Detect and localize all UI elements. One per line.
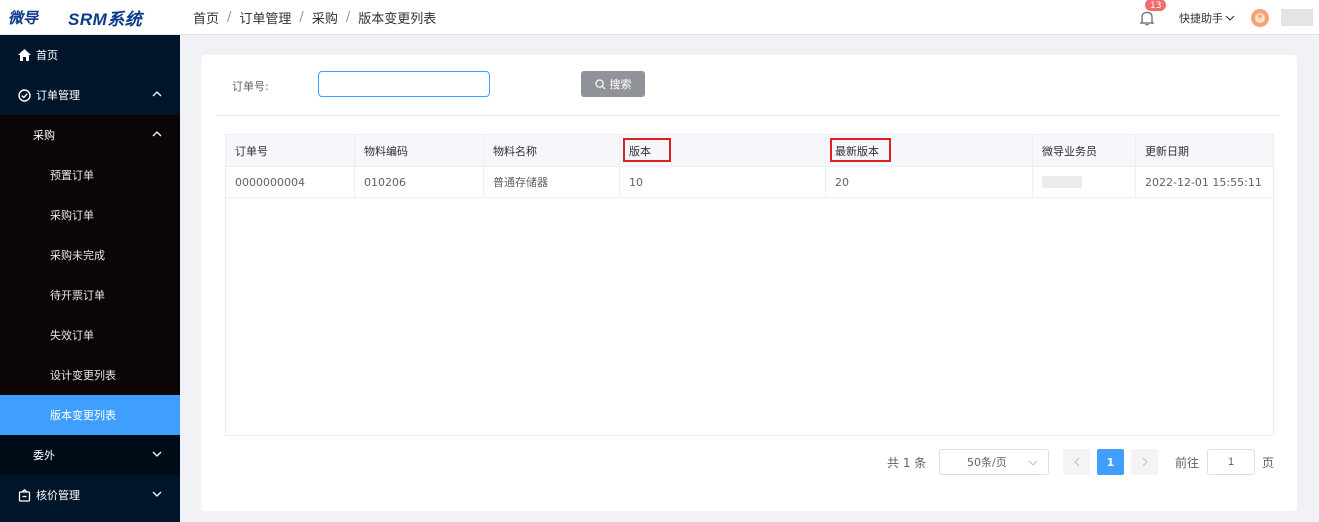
main-card: 订单号: 搜索 订单号 物料编码 物料名称 版本 最新版本 微导业务员 更新日期… — [201, 55, 1297, 511]
sidebar-item-label: 采购未完成 — [50, 249, 105, 262]
column-header-label: 物料名称 — [493, 144, 537, 158]
sidebar-item-price-mgmt[interactable]: 核价管理 — [0, 475, 180, 515]
sidebar-item-invalid-order[interactable]: 失效订单 — [0, 315, 180, 355]
avatar-face-icon — [1255, 12, 1265, 23]
next-page-button[interactable] — [1131, 449, 1158, 475]
breadcrumb-separator: / — [227, 9, 232, 25]
order-number-input[interactable] — [318, 71, 490, 97]
table-header: 订单号 物料编码 物料名称 版本 最新版本 微导业务员 更新日期 — [226, 135, 1273, 167]
home-icon — [17, 48, 31, 62]
column-header-label: 订单号 — [235, 144, 268, 158]
sidebar-item-preset-order[interactable]: 预置订单 — [0, 155, 180, 195]
sidebar-item-label: 版本变更列表 — [50, 409, 116, 422]
column-header-material-code[interactable]: 物料编码 — [355, 135, 484, 166]
column-header-label: 微导业务员 — [1042, 144, 1097, 158]
avatar[interactable] — [1251, 8, 1269, 27]
company-logo: 微导 — [8, 8, 39, 27]
total-count: 共 1 条 — [887, 456, 927, 470]
page-number-current[interactable]: 1 — [1097, 449, 1124, 475]
chevron-down-icon — [1028, 460, 1038, 466]
order-number-label: 订单号: — [232, 80, 269, 93]
breadcrumb-purchase[interactable]: 采购 — [312, 8, 338, 27]
goto-page-input[interactable] — [1207, 449, 1255, 475]
sidebar-item-label: 核价管理 — [36, 489, 80, 502]
username-redacted[interactable] — [1281, 9, 1313, 26]
highlight-box — [623, 138, 671, 162]
column-header-salesperson[interactable]: 微导业务员 — [1033, 135, 1136, 166]
pricing-icon — [17, 488, 31, 502]
sidebar-item-purchase[interactable]: 采购 — [0, 115, 180, 155]
chevron-down-icon — [1225, 15, 1235, 21]
column-header-label: 更新日期 — [1145, 144, 1189, 158]
chevron-down-icon — [152, 451, 162, 457]
header-actions: 13 快捷助手 — [1139, 0, 1319, 35]
column-header-order-number[interactable]: 订单号 — [226, 135, 355, 166]
logo-bar: 微导 SRM系统 — [0, 0, 180, 35]
sidebar: 微导 SRM系统 首页 订单管理 采购 预置订单 采购订单 采购未完成 待开票订… — [0, 0, 180, 522]
sidebar-item-outsource[interactable]: 委外 — [0, 435, 180, 475]
breadcrumb-current: 版本变更列表 — [358, 11, 437, 27]
page-size-value: 50条/页 — [967, 456, 1007, 469]
version-change-table: 订单号 物料编码 物料名称 版本 最新版本 微导业务员 更新日期 0000000… — [225, 134, 1274, 436]
sidebar-item-label: 待开票订单 — [50, 289, 105, 302]
chevron-down-icon — [152, 491, 162, 497]
quick-helper-dropdown[interactable]: 快捷助手 — [1179, 10, 1235, 26]
goto-label: 前往 — [1175, 456, 1200, 470]
sidebar-item-label: 采购 — [33, 129, 55, 142]
chevron-up-icon — [152, 131, 162, 137]
breadcrumb-home[interactable]: 首页 — [193, 8, 219, 27]
sidebar-item-order-mgmt[interactable]: 订单管理 — [0, 75, 180, 115]
sidebar-item-version-change-list[interactable]: 版本变更列表 — [0, 395, 180, 435]
highlight-box — [830, 138, 891, 162]
sidebar-item-label: 预置订单 — [50, 169, 94, 182]
column-header-latest-version[interactable]: 最新版本 — [826, 135, 1033, 166]
pagination: 共 1 条 50条/页 1 前往 页 — [201, 449, 1297, 475]
top-header: 首页 / 订单管理 / 采购 / 版本变更列表 13 快捷助手 — [180, 0, 1319, 35]
salesperson-redacted — [1042, 176, 1082, 188]
breadcrumb-order-mgmt[interactable]: 订单管理 — [239, 8, 291, 27]
cell-version: 10 — [620, 167, 826, 197]
cell-material-code: 010206 — [355, 167, 484, 197]
sidebar-item-design-change-list[interactable]: 设计变更列表 — [0, 355, 180, 395]
sidebar-item-label: 采购订单 — [50, 209, 94, 222]
page-suffix: 页 — [1262, 456, 1275, 470]
divider — [217, 115, 1280, 116]
chevron-right-icon — [1142, 457, 1148, 467]
search-icon — [594, 78, 605, 89]
chevron-left-icon — [1073, 457, 1079, 467]
notification-badge: 13 — [1144, 0, 1168, 12]
app-title: SRM系统 — [68, 9, 143, 29]
sidebar-item-home[interactable]: 首页 — [0, 35, 180, 75]
search-button-label: 搜索 — [609, 79, 632, 91]
quick-helper-label: 快捷助手 — [1179, 11, 1223, 25]
sidebar-item-label: 委外 — [33, 449, 55, 462]
sidebar-item-label: 失效订单 — [50, 329, 94, 342]
cell-salesperson — [1033, 167, 1136, 197]
sidebar-item-label: 订单管理 — [36, 89, 80, 102]
cell-latest-version: 20 — [826, 167, 1033, 197]
sidebar-item-purchase-order[interactable]: 采购订单 — [0, 195, 180, 235]
prev-page-button[interactable] — [1063, 449, 1090, 475]
check-circle-icon — [17, 88, 31, 102]
cell-update-date: 2022-12-01 15:55:11 — [1145, 175, 1262, 189]
sidebar-item-label: 设计变更列表 — [50, 369, 116, 382]
cell-order-number: 0000000004 — [226, 167, 355, 197]
table-row[interactable]: 0000000004 010206 普通存储器 10 20 2022-12-01… — [226, 167, 1273, 198]
column-header-label: 物料编码 — [364, 144, 408, 158]
column-header-material-name[interactable]: 物料名称 — [484, 135, 620, 166]
page-size-select[interactable]: 50条/页 — [939, 449, 1049, 475]
search-button[interactable]: 搜索 — [581, 71, 645, 97]
notification-button[interactable]: 13 — [1139, 0, 1168, 26]
column-header-update-date[interactable]: 更新日期 — [1136, 135, 1273, 166]
chevron-up-icon — [152, 91, 162, 97]
sidebar-item-pending-invoice[interactable]: 待开票订单 — [0, 275, 180, 315]
sidebar-item-label: 首页 — [36, 49, 58, 62]
column-header-version[interactable]: 版本 — [620, 135, 826, 166]
breadcrumb-separator: / — [299, 9, 304, 25]
breadcrumb-separator: / — [345, 9, 351, 25]
breadcrumb: 首页 / 订单管理 / 采购 / 版本变更列表 — [193, 8, 436, 27]
sidebar-item-purchase-incomplete[interactable]: 采购未完成 — [0, 235, 180, 275]
cell-material-name: 普通存储器 — [484, 167, 620, 197]
